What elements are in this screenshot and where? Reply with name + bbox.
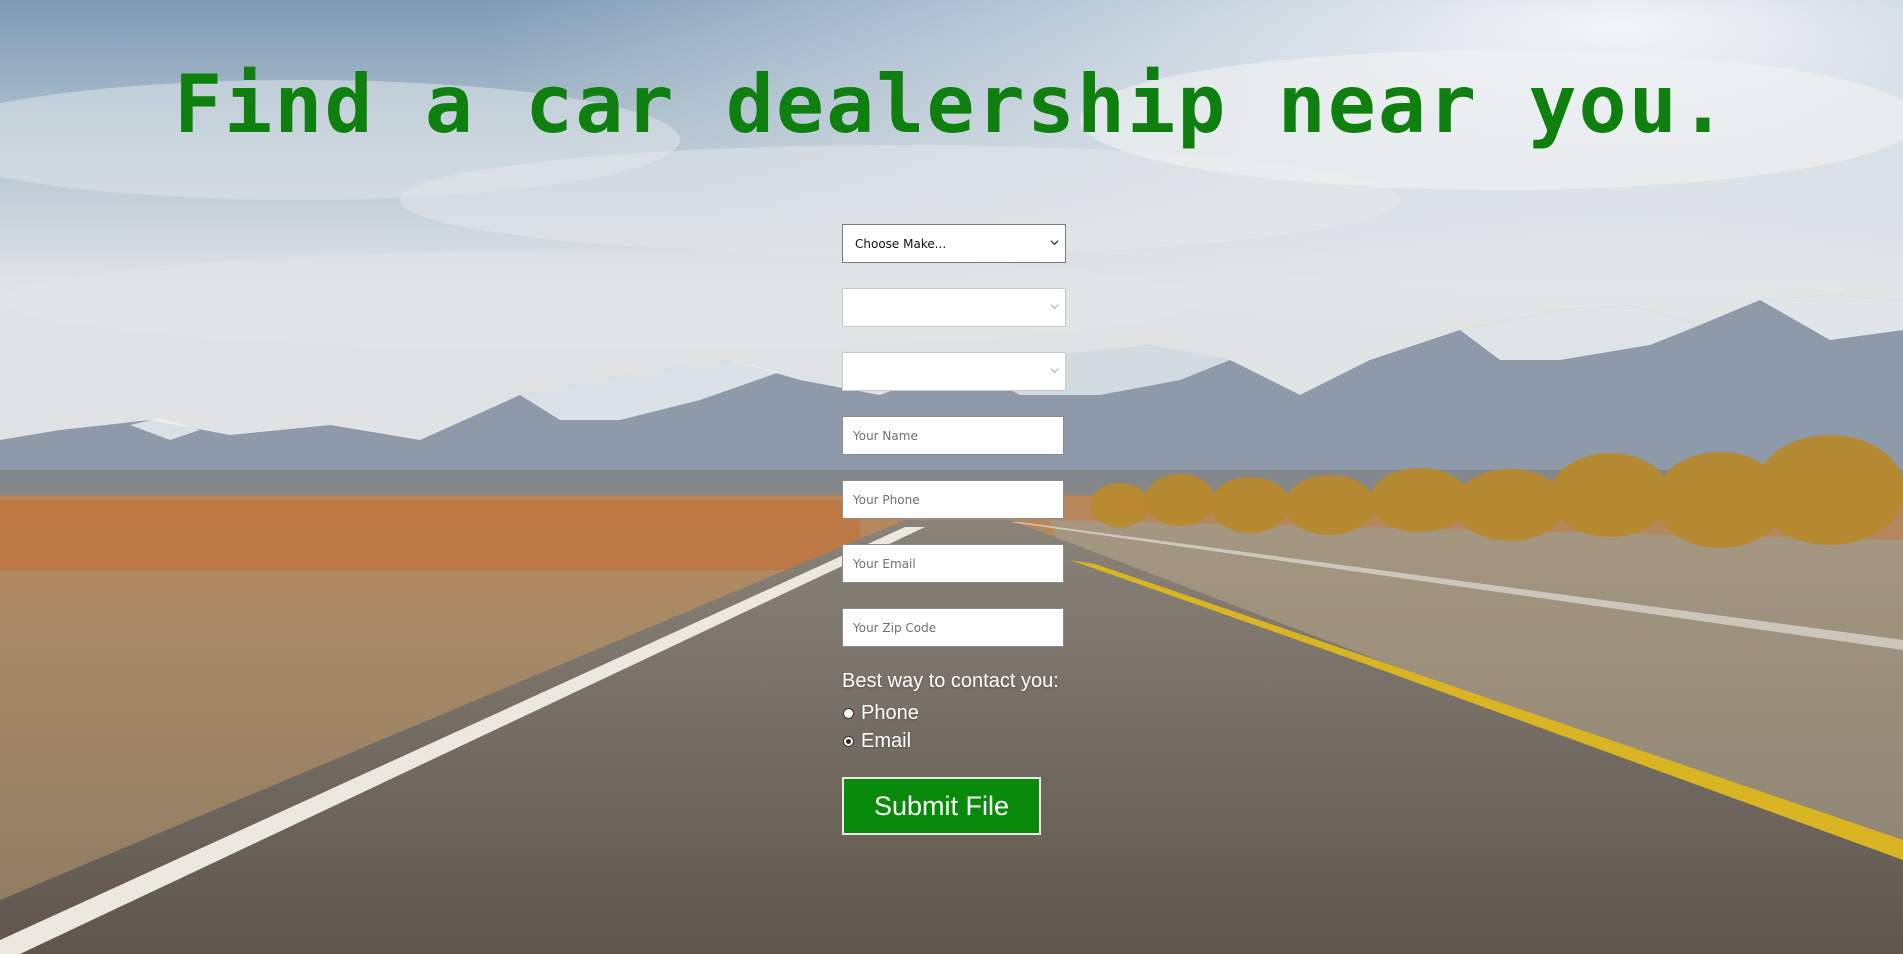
dealer-search-form: Choose Make... Best way to contact you: … xyxy=(842,224,1066,835)
name-input[interactable] xyxy=(842,416,1064,455)
contact-preference-label: Best way to contact you: xyxy=(842,670,1059,692)
contact-option-phone[interactable]: Phone xyxy=(842,699,1066,727)
model-select[interactable] xyxy=(842,288,1066,327)
make-select[interactable]: Choose Make... xyxy=(842,224,1066,263)
chevron-down-icon xyxy=(1050,240,1059,246)
zip-code-input[interactable] xyxy=(842,608,1064,647)
contact-option-email[interactable]: Email xyxy=(842,727,1066,755)
make-select-value: Choose Make... xyxy=(855,236,947,251)
email-input[interactable] xyxy=(842,544,1064,583)
year-select[interactable] xyxy=(842,352,1066,391)
chevron-down-icon xyxy=(1050,368,1059,374)
phone-input[interactable] xyxy=(842,480,1064,519)
page-title: Find a car dealership near you. xyxy=(173,58,1730,151)
contact-option-label: Phone xyxy=(861,701,919,724)
chevron-down-icon xyxy=(1050,304,1059,310)
radio-button[interactable] xyxy=(843,707,854,719)
submit-button[interactable]: Submit File xyxy=(842,777,1041,835)
contact-option-label: Email xyxy=(861,729,912,752)
radio-button[interactable] xyxy=(843,735,854,747)
